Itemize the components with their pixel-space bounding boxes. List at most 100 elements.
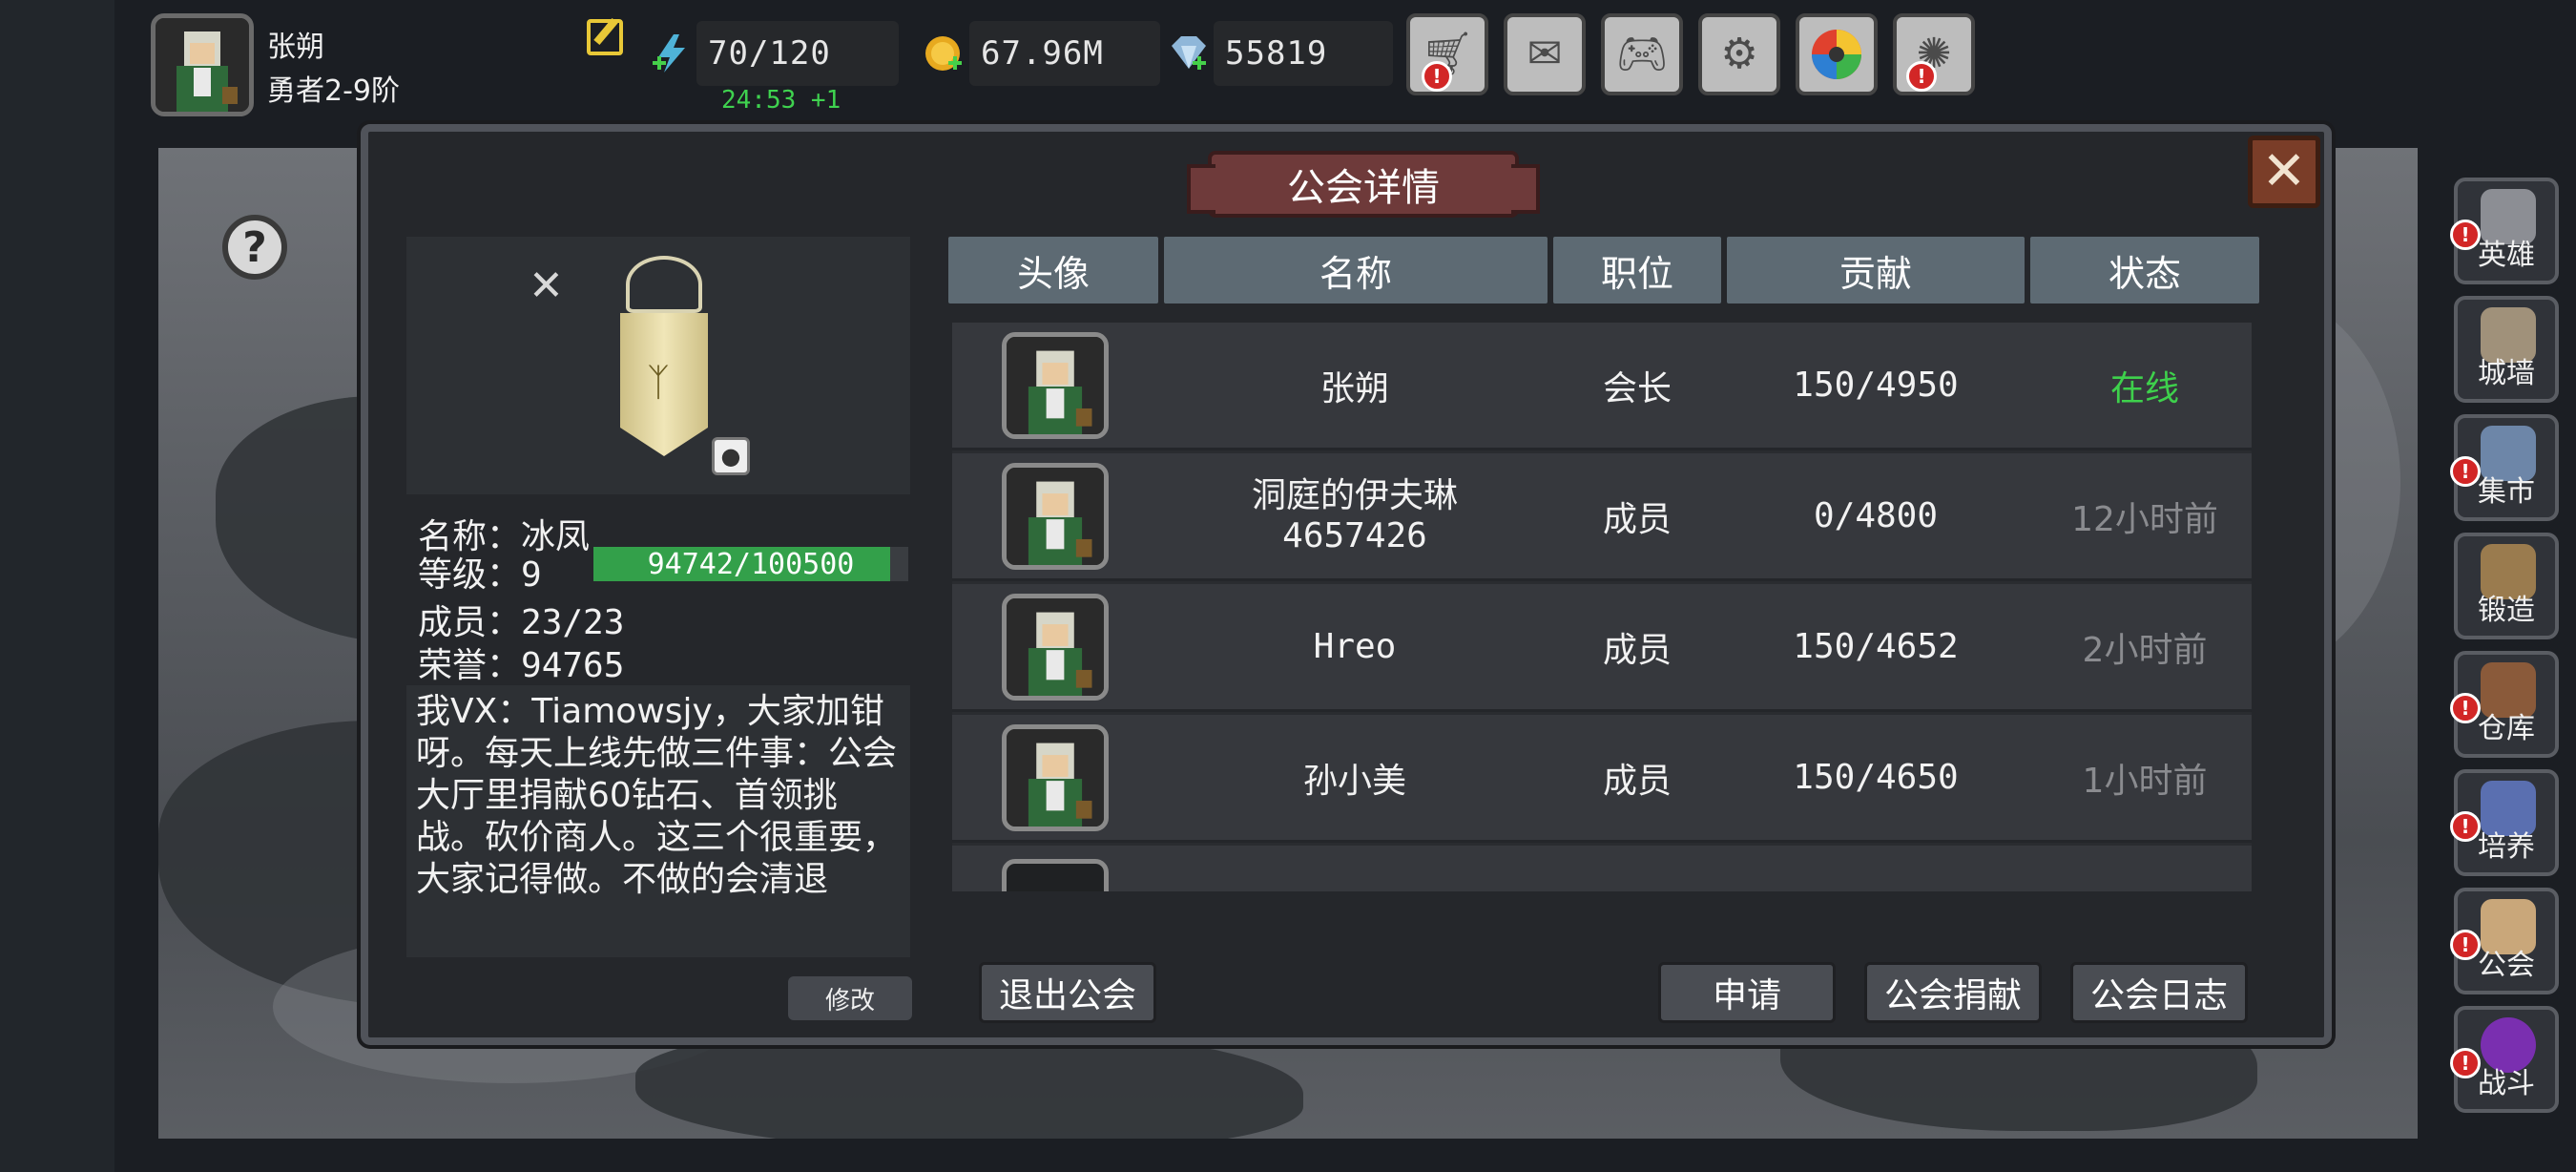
guild-honor-line: 荣誉：94765 — [418, 638, 624, 687]
member-name — [1164, 846, 1546, 891]
gold-coin-icon — [925, 36, 962, 71]
color-wheel-button[interactable] — [1796, 13, 1878, 95]
dialog-title: 公会详情 — [1187, 151, 1540, 218]
side-menu-label: 城墙 — [2478, 357, 2535, 390]
member-role: 成员 — [1602, 499, 1672, 539]
member-role: 会长 — [1602, 368, 1672, 408]
table-row[interactable]: 孙小美 成员 150/4650 1小时前 — [952, 715, 2252, 843]
gem-value: 55819 — [1214, 21, 1393, 86]
table-row[interactable]: 洞庭的伊夫琳 4657426 成员 0/4800 12小时前 — [952, 453, 2252, 581]
side-menu-label: 战斗 — [2478, 1067, 2535, 1100]
member-role: 成员 — [1602, 761, 1672, 801]
modify-notice-button[interactable]: 修改 — [788, 976, 912, 1020]
shop-button[interactable]: 🛒︎ ! — [1406, 13, 1488, 95]
gem-diamond-icon — [1172, 36, 1206, 70]
energy-icon — [653, 34, 685, 73]
table-row[interactable] — [952, 846, 2252, 891]
side-menu-market[interactable]: ! 集市 — [2450, 414, 2559, 521]
left-edge-strip — [0, 0, 114, 1172]
guild-level: 9 — [521, 555, 542, 595]
member-contribution: 150/4650 — [1793, 758, 1959, 797]
guild-info-panel: ✕ ᛉ ● 名称：冰凤 等级：9 94742/100500 成员：23/23 荣… — [406, 237, 910, 1010]
guild-members-label: 成员： — [418, 603, 522, 642]
side-menu-label: 集市 — [2478, 475, 2535, 509]
member-avatar — [1002, 331, 1109, 439]
side-menu-label: 仓库 — [2478, 712, 2535, 745]
member-name: Hreo — [1313, 627, 1397, 666]
leave-guild-button[interactable]: 退出公会 — [979, 962, 1156, 1023]
energy-timer: 24:53 +1 — [721, 86, 841, 115]
mail-icon: ✉ — [1527, 30, 1563, 78]
player-name: 张朔 — [267, 31, 324, 64]
member-avatar — [1002, 723, 1109, 831]
gold-value: 67.96M — [969, 21, 1160, 86]
guild-emblem-area: ✕ ᛉ ● — [406, 237, 910, 494]
header-avatar: 头像 — [948, 237, 1158, 303]
member-status: 12小时前 — [2071, 499, 2218, 539]
member-list[interactable]: 张朔 会长 150/4950 在线 洞庭的伊夫琳 4657426 成员 0/48… — [952, 323, 2252, 891]
side-menu-cultivate[interactable]: ! 培养 — [2450, 769, 2559, 876]
side-menu-forge[interactable]: 锻造 — [2454, 533, 2559, 639]
gamepad-button[interactable]: 🎮︎ — [1601, 13, 1683, 95]
mail-button[interactable]: ✉ — [1504, 13, 1586, 95]
member-contribution — [1727, 846, 2025, 891]
member-status: 1小时前 — [2082, 761, 2208, 801]
energy-value: 70/120 — [696, 21, 899, 86]
member-role: 成员 — [1602, 630, 1672, 670]
close-x-icon[interactable]: ✕ — [2248, 136, 2320, 208]
guild-honor: 94765 — [521, 646, 625, 685]
guild-members: 23/23 — [521, 603, 625, 642]
guild-exp-bar: 94742/100500 — [593, 547, 908, 581]
alert-badge-icon: ! — [1906, 61, 1937, 92]
side-menu-label: 锻造 — [2478, 594, 2535, 627]
settings-gear-icon: ⚙ — [1720, 30, 1758, 78]
header-contribution: 贡献 — [1727, 237, 2025, 303]
side-menu-warehouse[interactable]: ! 仓库 — [2450, 651, 2559, 758]
side-menu-wall[interactable]: 城墙 — [2454, 296, 2559, 403]
member-status: 2小时前 — [2082, 630, 2208, 670]
guild-log-button[interactable]: 公会日志 — [2070, 962, 2248, 1023]
member-name: 洞庭的伊夫琳 — [1251, 475, 1458, 515]
table-row[interactable]: Hreo 成员 150/4652 2小时前 — [952, 584, 2252, 712]
side-menu-guild[interactable]: ! 公会 — [2450, 888, 2559, 994]
side-menu-label: 英雄 — [2478, 239, 2535, 272]
header-status: 状态 — [2030, 237, 2259, 303]
member-role — [1553, 846, 1721, 891]
side-menu-label: 培养 — [2478, 830, 2535, 864]
color-wheel-icon — [1812, 30, 1861, 79]
member-name: 张朔 — [1319, 368, 1389, 408]
member-name: 孙小美 — [1302, 761, 1406, 801]
fireworks-button[interactable]: ✺ ! — [1893, 13, 1975, 95]
guild-details-dialog: 公会详情 ✕ ✕ ᛉ ● 名称：冰凤 等级：9 94742/100500 成员：… — [361, 124, 2332, 1045]
side-menu-hero[interactable]: ! 英雄 — [2450, 178, 2559, 284]
player-rank: 勇者2-9阶 — [267, 74, 400, 108]
gamepad-icon: 🎮︎ — [1615, 30, 1669, 78]
guild-level-line: 等级：9 — [418, 547, 542, 596]
player-avatar[interactable] — [151, 13, 254, 116]
guild-notice: 我VX：Tiamowsjy，大家加钳呀。每天上线先做三件事：公会大厅里捐献60钻… — [406, 685, 910, 957]
table-row[interactable]: 张朔 会长 150/4950 在线 — [952, 323, 2252, 450]
member-avatar — [1002, 859, 1109, 891]
member-avatar — [1002, 462, 1109, 570]
member-avatar — [1002, 593, 1109, 701]
guild-level-label: 等级： — [418, 555, 522, 595]
guild-banner-icon: ᛉ — [597, 256, 731, 466]
member-status: 在线 — [2109, 368, 2179, 408]
member-status — [2030, 846, 2252, 891]
settings-button[interactable]: ⚙ — [1698, 13, 1780, 95]
side-menu-battle[interactable]: ! 战斗 — [2450, 1006, 2559, 1113]
header-role: 职位 — [1553, 237, 1721, 303]
remove-emblem-icon[interactable]: ✕ — [529, 265, 564, 307]
gamepad-icon: ● — [712, 437, 750, 475]
guild-honor-label: 荣誉： — [418, 646, 522, 685]
side-menu-label: 公会 — [2478, 949, 2535, 982]
member-contribution: 0/4800 — [1813, 496, 1939, 535]
member-name-suffix: 4657426 — [1282, 515, 1427, 555]
edit-profile-icon[interactable] — [587, 19, 623, 55]
apply-button[interactable]: 申请 — [1658, 962, 1836, 1023]
member-contribution: 150/4652 — [1793, 627, 1959, 666]
member-name-block: 洞庭的伊夫琳 4657426 — [1164, 453, 1546, 578]
guild-donate-button[interactable]: 公会捐献 — [1864, 962, 2042, 1023]
guild-exp-text: 94742/100500 — [647, 547, 855, 581]
help-icon[interactable]: ? — [222, 215, 287, 280]
